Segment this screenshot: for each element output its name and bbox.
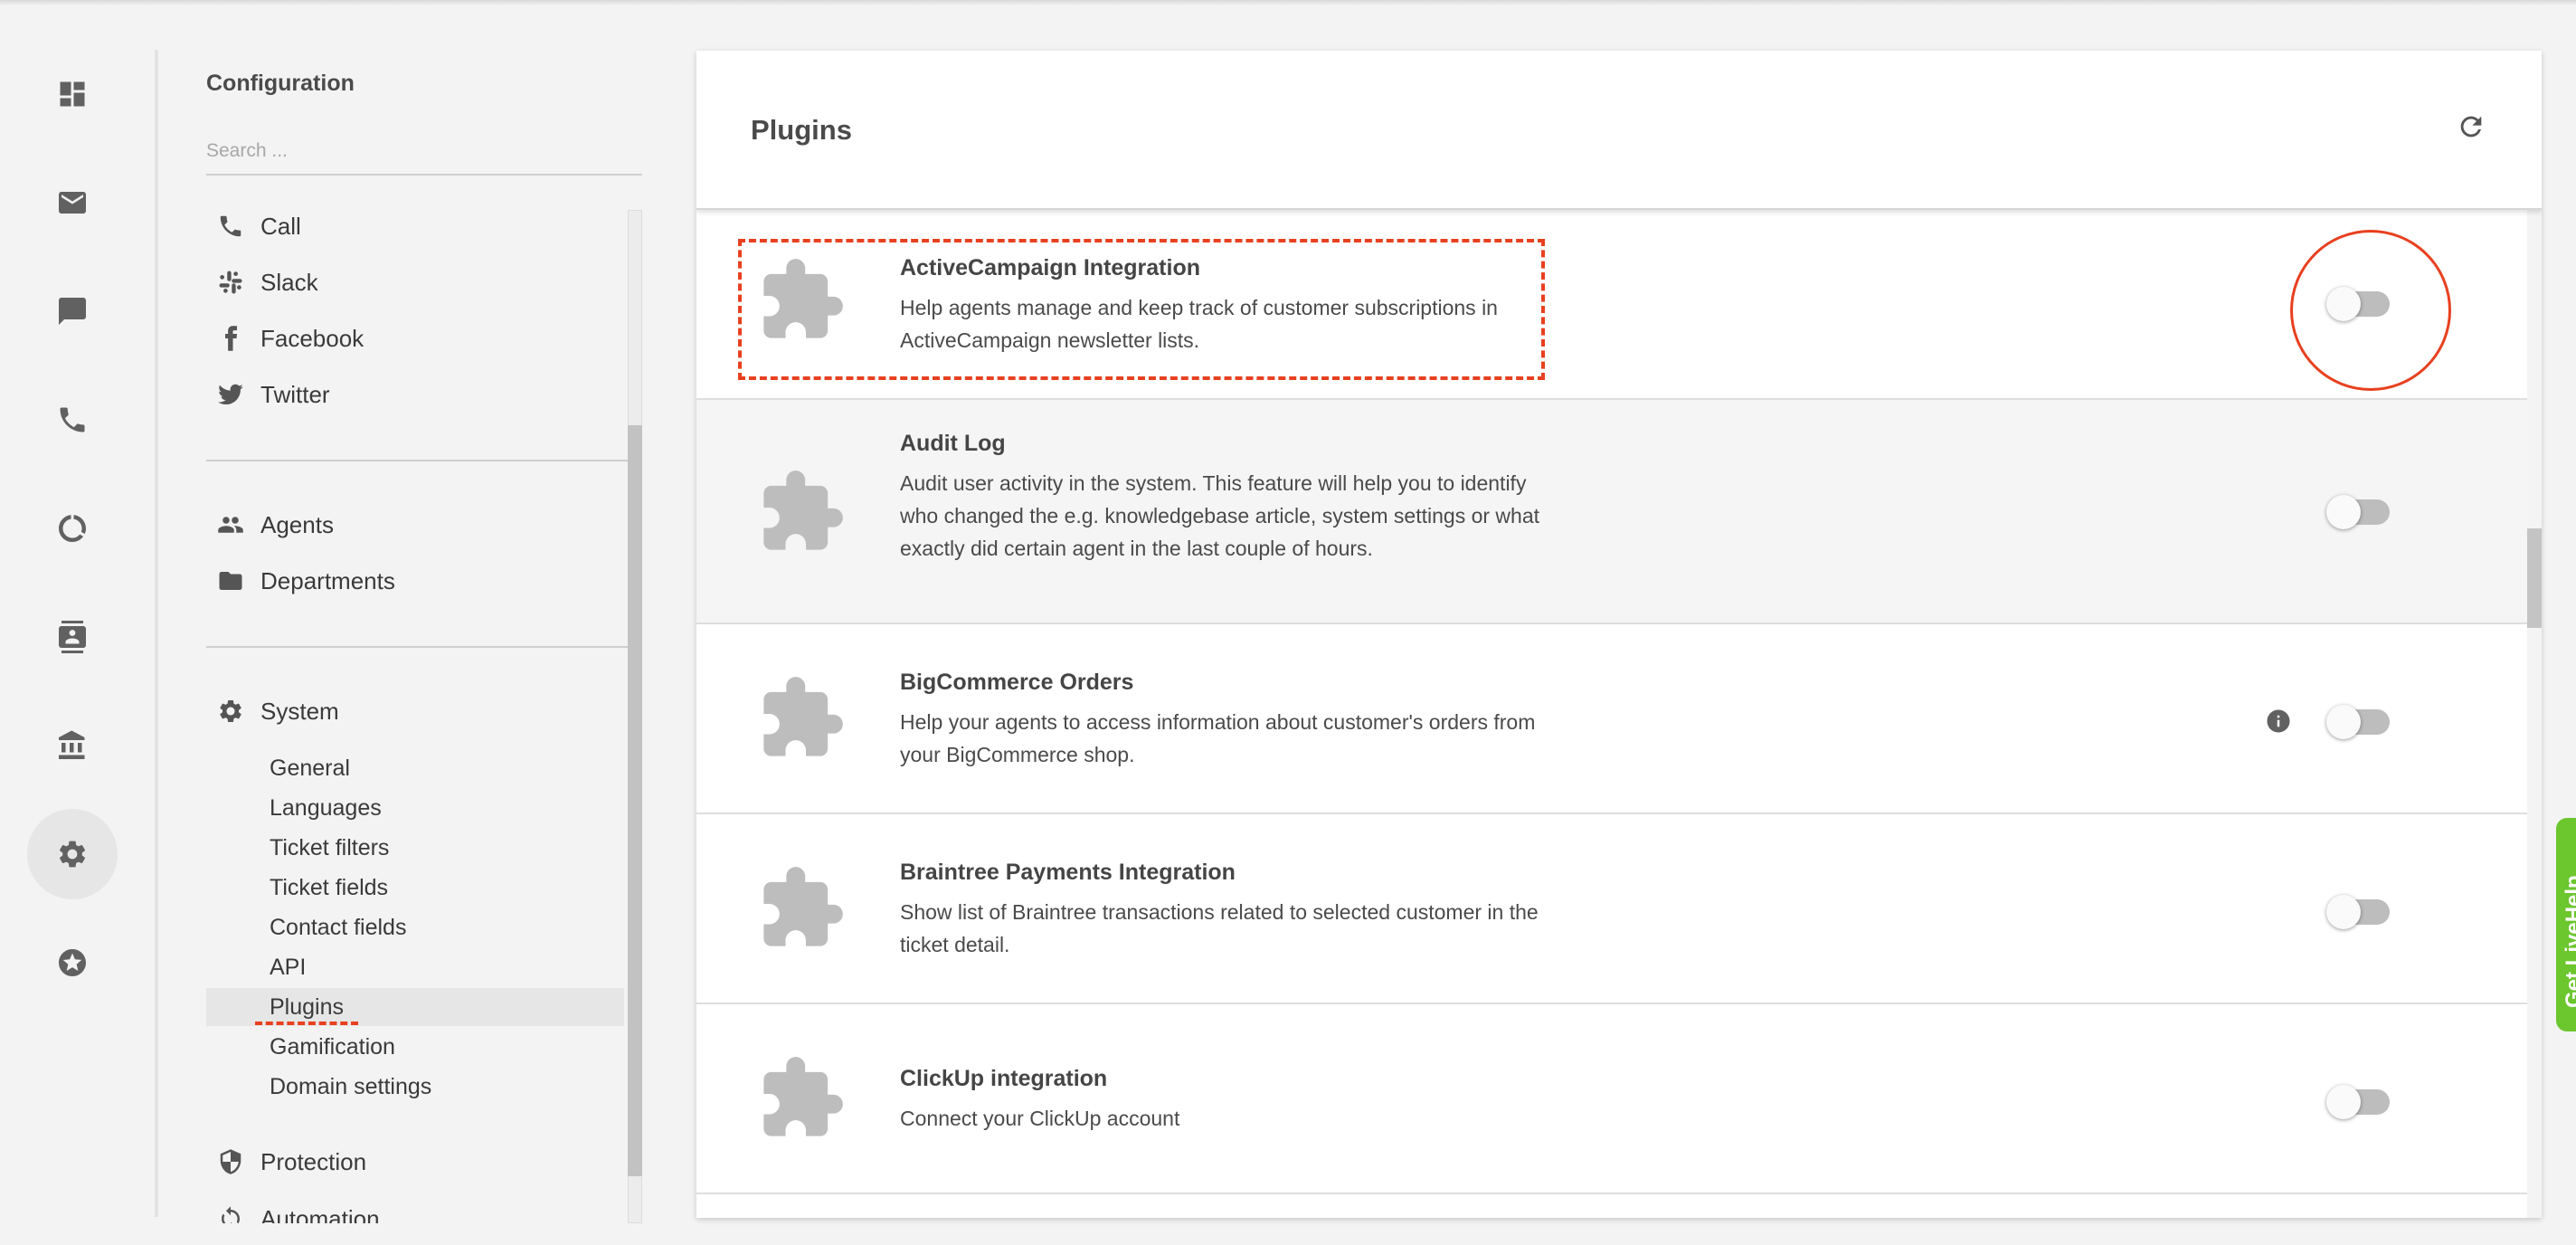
plugin-row: ClickUp integration Connect your ClickUp… (696, 1004, 2527, 1194)
plugin-row: Audit Log Audit user activity in the sys… (696, 400, 2527, 624)
sidebar-item-label: Protection (260, 1147, 367, 1175)
sidebar-item-automation[interactable]: Automation (206, 1198, 624, 1223)
phone-icon (206, 213, 260, 240)
sidebar-item-agents[interactable]: Agents (206, 505, 624, 545)
sidebar-subitem-contact-fields[interactable]: Contact fields (206, 908, 624, 946)
sidebar-item-system[interactable]: System (206, 691, 624, 731)
toggle-knob (2326, 895, 2361, 929)
people-icon (206, 511, 260, 538)
sidebar-subitem-ticket-filters[interactable]: Ticket filters (206, 829, 624, 867)
phone-icon[interactable] (27, 375, 118, 465)
puzzle-icon (756, 673, 847, 764)
search-input[interactable] (206, 128, 642, 176)
plugin-description: Help your agents to access information a… (900, 710, 1536, 766)
puzzle-icon (756, 1053, 847, 1144)
folder-icon (206, 567, 260, 594)
knowledgebase-icon[interactable] (27, 700, 118, 791)
plugin-row: Braintree Payments Integration Show list… (696, 814, 2527, 1004)
sidebar-divider (206, 460, 628, 461)
sidebar-item-label: Departments (260, 566, 395, 594)
plugin-name: BigCommerce Orders (900, 670, 1134, 695)
sidebar-subitem-plugins[interactable]: Plugins (206, 988, 624, 1026)
sidebar-item-label: Twitter (260, 380, 330, 408)
shield-icon (206, 1148, 260, 1175)
plugin-row: BigCommerce Orders Help your agents to a… (696, 624, 2527, 814)
sidebar-item-slack[interactable]: Slack (206, 262, 624, 302)
toggle-knob (2326, 705, 2361, 739)
toggle-knob (2326, 495, 2361, 529)
twitter-icon (206, 381, 260, 408)
facebook-icon (206, 325, 260, 352)
sidebar-item-call[interactable]: Call (206, 206, 624, 246)
info-icon[interactable] (2265, 708, 2292, 735)
help-tab-label: Get LiveHelp (2562, 875, 2576, 1008)
annotation-underline (255, 1022, 358, 1025)
reports-icon[interactable] (27, 483, 118, 574)
plugin-description: Show list of Braintree transactions rela… (900, 900, 1539, 956)
sidebar-item-facebook[interactable]: Facebook (206, 318, 624, 358)
panel-scrollbar-thumb[interactable] (2527, 528, 2542, 628)
annotation-box (738, 239, 1545, 380)
plugin-toggle[interactable] (2326, 495, 2390, 529)
config-sidebar: Configuration Call Slack Facebook Twitte… (206, 0, 642, 1245)
contacts-icon[interactable] (27, 592, 118, 682)
app-rail (0, 0, 145, 1245)
puzzle-icon (756, 863, 847, 954)
sidebar-subitem-ticket-fields[interactable]: Ticket fields (206, 869, 624, 907)
plugin-description: Connect your ClickUp account (900, 1107, 1180, 1130)
plugin-toggle[interactable] (2326, 705, 2390, 739)
mail-icon[interactable] (27, 157, 118, 248)
gear-icon (206, 698, 260, 725)
sidebar-item-label: Facebook (260, 324, 365, 352)
sidebar-item-label: System (260, 697, 339, 725)
chat-icon[interactable] (27, 266, 118, 356)
sidebar-item-twitter[interactable]: Twitter (206, 375, 624, 414)
sidebar-divider (206, 646, 628, 648)
plugin-name: Audit Log (900, 431, 1006, 456)
plugin-description: Audit user activity in the system. This … (900, 471, 1540, 560)
rail-divider (155, 50, 158, 1217)
star-icon[interactable] (27, 917, 118, 1008)
toggle-knob (2326, 1085, 2361, 1119)
sidebar-item-label: Slack (260, 268, 318, 296)
annotation-circle (2290, 230, 2451, 391)
sidebar-subitem-general[interactable]: General (206, 749, 624, 787)
sidebar-subitem-domain-settings[interactable]: Domain settings (206, 1068, 624, 1106)
sidebar-item-label: Automation (260, 1205, 380, 1223)
help-tab[interactable]: Get LiveHelp (2556, 818, 2576, 1031)
sidebar-scrollbar-thumb[interactable] (628, 425, 642, 1176)
slack-icon (206, 269, 260, 296)
sidebar-item-label: Agents (260, 510, 334, 538)
plugin-toggle[interactable] (2326, 895, 2390, 929)
panel-scrollbar-track[interactable] (2527, 210, 2542, 1218)
sidebar-subitem-api[interactable]: API (206, 948, 624, 986)
sync-icon (206, 1198, 260, 1223)
dashboard-icon[interactable] (27, 49, 118, 139)
plugins-panel: Plugins ActiveCampaign Integration Help … (696, 51, 2542, 1218)
sidebar-subitem-languages[interactable]: Languages (206, 789, 624, 827)
plugin-name: Braintree Payments Integration (900, 860, 1236, 885)
sidebar-title: Configuration (206, 71, 355, 96)
sidebar-item-departments[interactable]: Departments (206, 561, 624, 601)
refresh-icon[interactable] (2453, 109, 2489, 145)
plugin-name: ClickUp integration (900, 1066, 1108, 1091)
plugin-toggle[interactable] (2326, 1085, 2390, 1119)
puzzle-icon (756, 467, 847, 557)
settings-icon[interactable] (27, 809, 118, 899)
sidebar-item-protection[interactable]: Protection (206, 1142, 624, 1182)
page-title: Plugins (751, 114, 852, 146)
sidebar-item-label: Call (260, 212, 301, 240)
panel-header: Plugins (696, 51, 2542, 210)
sidebar-subitem-gamification[interactable]: Gamification (206, 1028, 624, 1066)
